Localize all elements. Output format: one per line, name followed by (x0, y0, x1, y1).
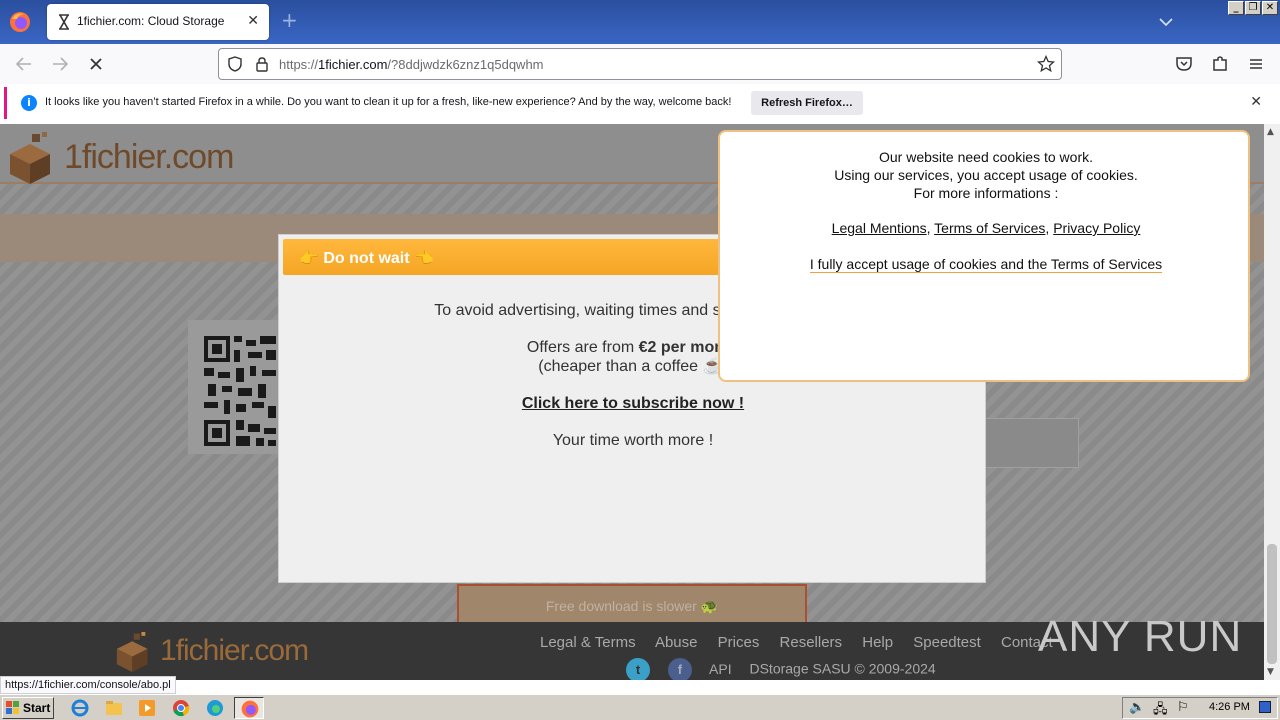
footer-logo-text: 1fichier.com (160, 634, 309, 667)
subscribe-link[interactable]: Click here to subscribe now ! (522, 395, 744, 412)
twitter-icon[interactable]: t (626, 658, 650, 680)
qr-code-image (204, 336, 276, 446)
cookie-consent-box: Our website need cookies to work. Using … (718, 130, 1250, 382)
file-explorer-icon[interactable] (104, 698, 124, 718)
media-player-icon[interactable] (137, 698, 157, 718)
cookie-text: Our website need cookies to work. Using … (720, 148, 1252, 202)
footer-copyright: DStorage SASU © 2009-2024 (749, 660, 936, 677)
chrome-icon[interactable] (171, 698, 191, 718)
cookie-line-3: For more informations : (913, 185, 1059, 201)
footer-link-help[interactable]: Help (862, 634, 893, 651)
cookie-accept: I fully accept usage of cookies and the … (720, 256, 1252, 273)
box-logo-icon (10, 132, 50, 184)
show-desktop-icon[interactable] (1259, 701, 1271, 713)
site-footer: 1fichier.com Legal & Terms Abuse Prices … (0, 612, 1264, 680)
scroll-up-icon[interactable]: ▲ (1267, 127, 1274, 137)
volume-icon[interactable]: 🔈 (1129, 700, 1145, 715)
facebook-icon[interactable]: f (667, 658, 692, 680)
screen: 1fichier.com: Cloud Storage ✕ + _ ❐ ✕ ht… (0, 0, 1280, 720)
windows-taskbar: Start 🔈 🖧 ⚐ 4:26 PM (0, 694, 1280, 720)
action-center-flag-icon[interactable]: ⚐ (1177, 700, 1189, 715)
taskbar-firefox-button[interactable] (234, 697, 264, 719)
close-window-button[interactable]: ✕ (1262, 1, 1278, 15)
close-notification-icon[interactable]: ✕ (1250, 94, 1262, 110)
refresh-firefox-button[interactable]: Refresh Firefox… (751, 91, 863, 115)
extensions-puzzle-icon[interactable] (1208, 52, 1232, 76)
firefox-logo-icon[interactable] (8, 10, 32, 34)
loading-hourglass-icon (59, 14, 69, 30)
forward-icon[interactable] (48, 52, 72, 76)
scrollbar-thumb[interactable] (1267, 544, 1277, 664)
box-logo-icon (116, 632, 148, 672)
system-tray: 🔈 🖧 ⚐ 4:26 PM (1122, 697, 1278, 719)
status-link-preview: https://1fichier.com/console/abo.pl (0, 676, 176, 694)
tracking-protection-shield-icon[interactable] (227, 56, 243, 72)
address-bar[interactable]: https://1fichier.com/?8ddjwdzk6znz1q5dqw… (218, 48, 1062, 80)
pocket-icon[interactable] (1172, 52, 1196, 76)
close-tab-icon[interactable]: ✕ (247, 13, 259, 29)
legal-mentions-link[interactable]: Legal Mentions (832, 220, 927, 236)
page-scrollbar[interactable]: ▲ ▼ (1264, 124, 1280, 680)
firefox-notification-bar: i It looks like you haven’t started Fire… (4, 87, 1276, 119)
footer-link-prices[interactable]: Prices (718, 634, 760, 651)
footer-link-abuse[interactable]: Abuse (655, 634, 698, 651)
url-text[interactable]: https://1fichier.com/?8ddjwdzk6znz1q5dqw… (279, 57, 544, 72)
anyrun-watermark-text: ANY RUN (1038, 612, 1243, 661)
tab-title: 1fichier.com: Cloud Storage (77, 14, 225, 28)
cookie-line-1: Our website need cookies to work. (879, 149, 1093, 165)
privacy-policy-link[interactable]: Privacy Policy (1053, 220, 1140, 236)
internet-explorer-icon[interactable] (70, 698, 90, 718)
network-icon[interactable]: 🖧 (1153, 700, 1168, 720)
free-download-button[interactable]: Free download is slower 🐢 (457, 584, 807, 624)
side-panel (985, 418, 1079, 468)
lock-icon[interactable] (255, 56, 269, 72)
browser-tab-bar: 1fichier.com: Cloud Storage ✕ + _ ❐ ✕ (0, 0, 1280, 44)
anyrun-watermark: ANY RUN (1038, 612, 1242, 662)
footer-row-secondary: t f API DStorage SASU © 2009-2024 (626, 658, 936, 680)
navigation-toolbar: https://1fichier.com/?8ddjwdzk6znz1q5dqw… (0, 44, 1280, 84)
back-icon[interactable] (12, 52, 36, 76)
modal-title: 👉 Do not wait 👈 (299, 250, 434, 267)
modal-tagline: Your time worth more ! (552, 432, 714, 449)
hamburger-menu-icon[interactable] (1244, 52, 1268, 76)
bookmark-star-icon[interactable] (1037, 55, 1055, 73)
footer-logo[interactable]: 1fichier.com (112, 628, 312, 672)
footer-link-api[interactable]: API (709, 661, 732, 677)
scroll-down-icon[interactable]: ▼ (1267, 667, 1274, 677)
start-button[interactable]: Start (2, 697, 54, 719)
taskbar-clock[interactable]: 4:26 PM (1209, 701, 1250, 713)
firefox-icon (241, 700, 259, 718)
web-page: 1fichier.com Free download is slower 🐢 1… (0, 124, 1264, 680)
edge-icon[interactable] (205, 698, 225, 718)
terms-of-services-link[interactable]: Terms of Services (934, 220, 1045, 236)
start-label: Start (23, 701, 51, 715)
chevron-down-icon[interactable] (1158, 14, 1174, 30)
footer-link-legal[interactable]: Legal & Terms (540, 634, 636, 651)
notification-text: It looks like you haven’t started Firefo… (45, 96, 732, 108)
site-logo[interactable]: 1fichier.com (6, 128, 246, 184)
cookie-line-2: Using our services, you accept usage of … (834, 167, 1138, 183)
accept-cookies-link[interactable]: I fully accept usage of cookies and the … (809, 256, 1163, 273)
restore-window-button[interactable]: ❐ (1245, 1, 1261, 15)
footer-link-resellers[interactable]: Resellers (780, 634, 843, 651)
footer-link-speedtest[interactable]: Speedtest (913, 634, 981, 651)
stop-loading-icon[interactable] (84, 52, 108, 76)
tab-1fichier[interactable]: 1fichier.com: Cloud Storage ✕ (47, 4, 269, 40)
logo-text: 1fichier.com (64, 138, 234, 176)
qr-code (188, 320, 284, 454)
windows-logo-icon (6, 701, 19, 714)
new-tab-icon[interactable]: + (281, 10, 298, 30)
cookie-links: Legal Mentions, Terms of Services, Priva… (831, 220, 1141, 236)
footer-links: Legal & Terms Abuse Prices Resellers Hel… (540, 634, 1069, 651)
minimize-window-button[interactable]: _ (1228, 1, 1244, 15)
info-icon: i (21, 95, 37, 111)
